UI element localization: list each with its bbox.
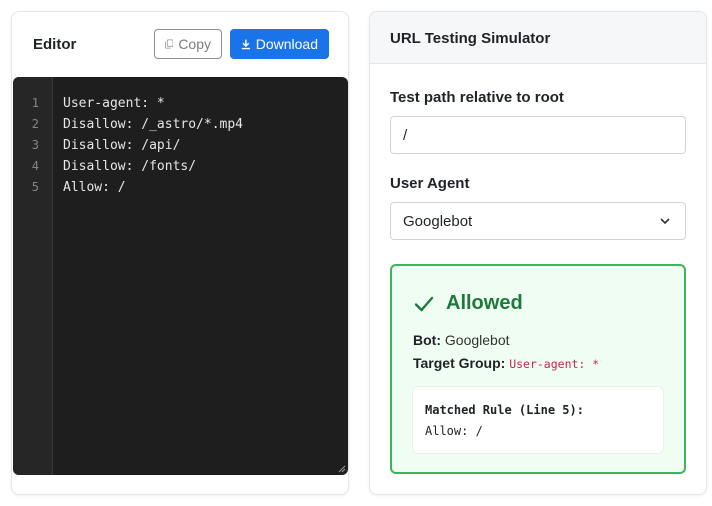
download-button-label: Download bbox=[255, 36, 318, 52]
copy-icon bbox=[165, 39, 174, 49]
path-input[interactable] bbox=[390, 116, 686, 154]
result-status: Allowed bbox=[414, 292, 523, 315]
result-bot: Bot: Googlebot bbox=[413, 332, 510, 348]
code-line: 2 Disallow: /_astro/*.mp4 bbox=[13, 114, 348, 135]
line-text: User-agent: * bbox=[63, 96, 165, 111]
bot-label: Bot: bbox=[413, 332, 441, 348]
simulator-panel: URL Testing Simulator Test path relative… bbox=[369, 11, 707, 495]
target-group-label: Target Group: bbox=[413, 355, 506, 371]
code-line: 4 Disallow: /fonts/ bbox=[13, 156, 348, 177]
path-label: Test path relative to root bbox=[390, 89, 564, 106]
matched-rule-text: Allow: / bbox=[425, 424, 483, 438]
code-line: 1 User-agent: * bbox=[13, 93, 348, 114]
matched-rule-box: Matched Rule (Line 5): Allow: / bbox=[412, 386, 664, 454]
user-agent-label: User Agent bbox=[390, 175, 470, 192]
download-button[interactable]: Download bbox=[230, 29, 329, 59]
result-target-group: Target Group: User-agent: * bbox=[413, 355, 599, 371]
line-number: 1 bbox=[31, 96, 39, 110]
chevron-down-icon bbox=[660, 218, 670, 225]
resize-grip-icon[interactable] bbox=[338, 465, 346, 473]
simulator-title: URL Testing Simulator bbox=[390, 30, 551, 47]
bot-value: Googlebot bbox=[444, 332, 510, 348]
copy-button-label: Copy bbox=[178, 36, 211, 52]
line-text: Disallow: /fonts/ bbox=[63, 159, 197, 174]
result-panel: Allowed Bot: Googlebot Target Group: Use… bbox=[390, 264, 686, 474]
line-text: Disallow: /api/ bbox=[63, 138, 181, 153]
code-editor[interactable]: 1 User-agent: * 2 Disallow: /_astro/*.mp… bbox=[13, 77, 348, 475]
line-text: Disallow: /_astro/*.mp4 bbox=[63, 117, 244, 132]
editor-panel: Editor Copy Download 1 User-agent: * 2 D… bbox=[11, 11, 349, 495]
target-group-value: User-agent: * bbox=[509, 357, 600, 371]
line-number: 2 bbox=[31, 117, 39, 131]
download-icon bbox=[241, 39, 250, 49]
simulator-header: URL Testing Simulator bbox=[370, 12, 706, 64]
line-number: 5 bbox=[31, 180, 39, 194]
code-line: 5 Allow: / bbox=[13, 177, 348, 198]
line-number: 3 bbox=[31, 138, 39, 152]
copy-button[interactable]: Copy bbox=[154, 29, 222, 59]
user-agent-select[interactable]: Googlebot bbox=[390, 202, 686, 240]
user-agent-value: Googlebot bbox=[403, 212, 473, 230]
editor-title: Editor bbox=[33, 36, 77, 53]
line-number: 4 bbox=[31, 159, 39, 173]
matched-rule-title: Matched Rule (Line 5): bbox=[425, 403, 584, 417]
code-line: 3 Disallow: /api/ bbox=[13, 135, 348, 156]
line-text: Allow: / bbox=[63, 180, 126, 195]
result-status-label: Allowed bbox=[446, 292, 523, 314]
check-icon bbox=[414, 296, 434, 311]
